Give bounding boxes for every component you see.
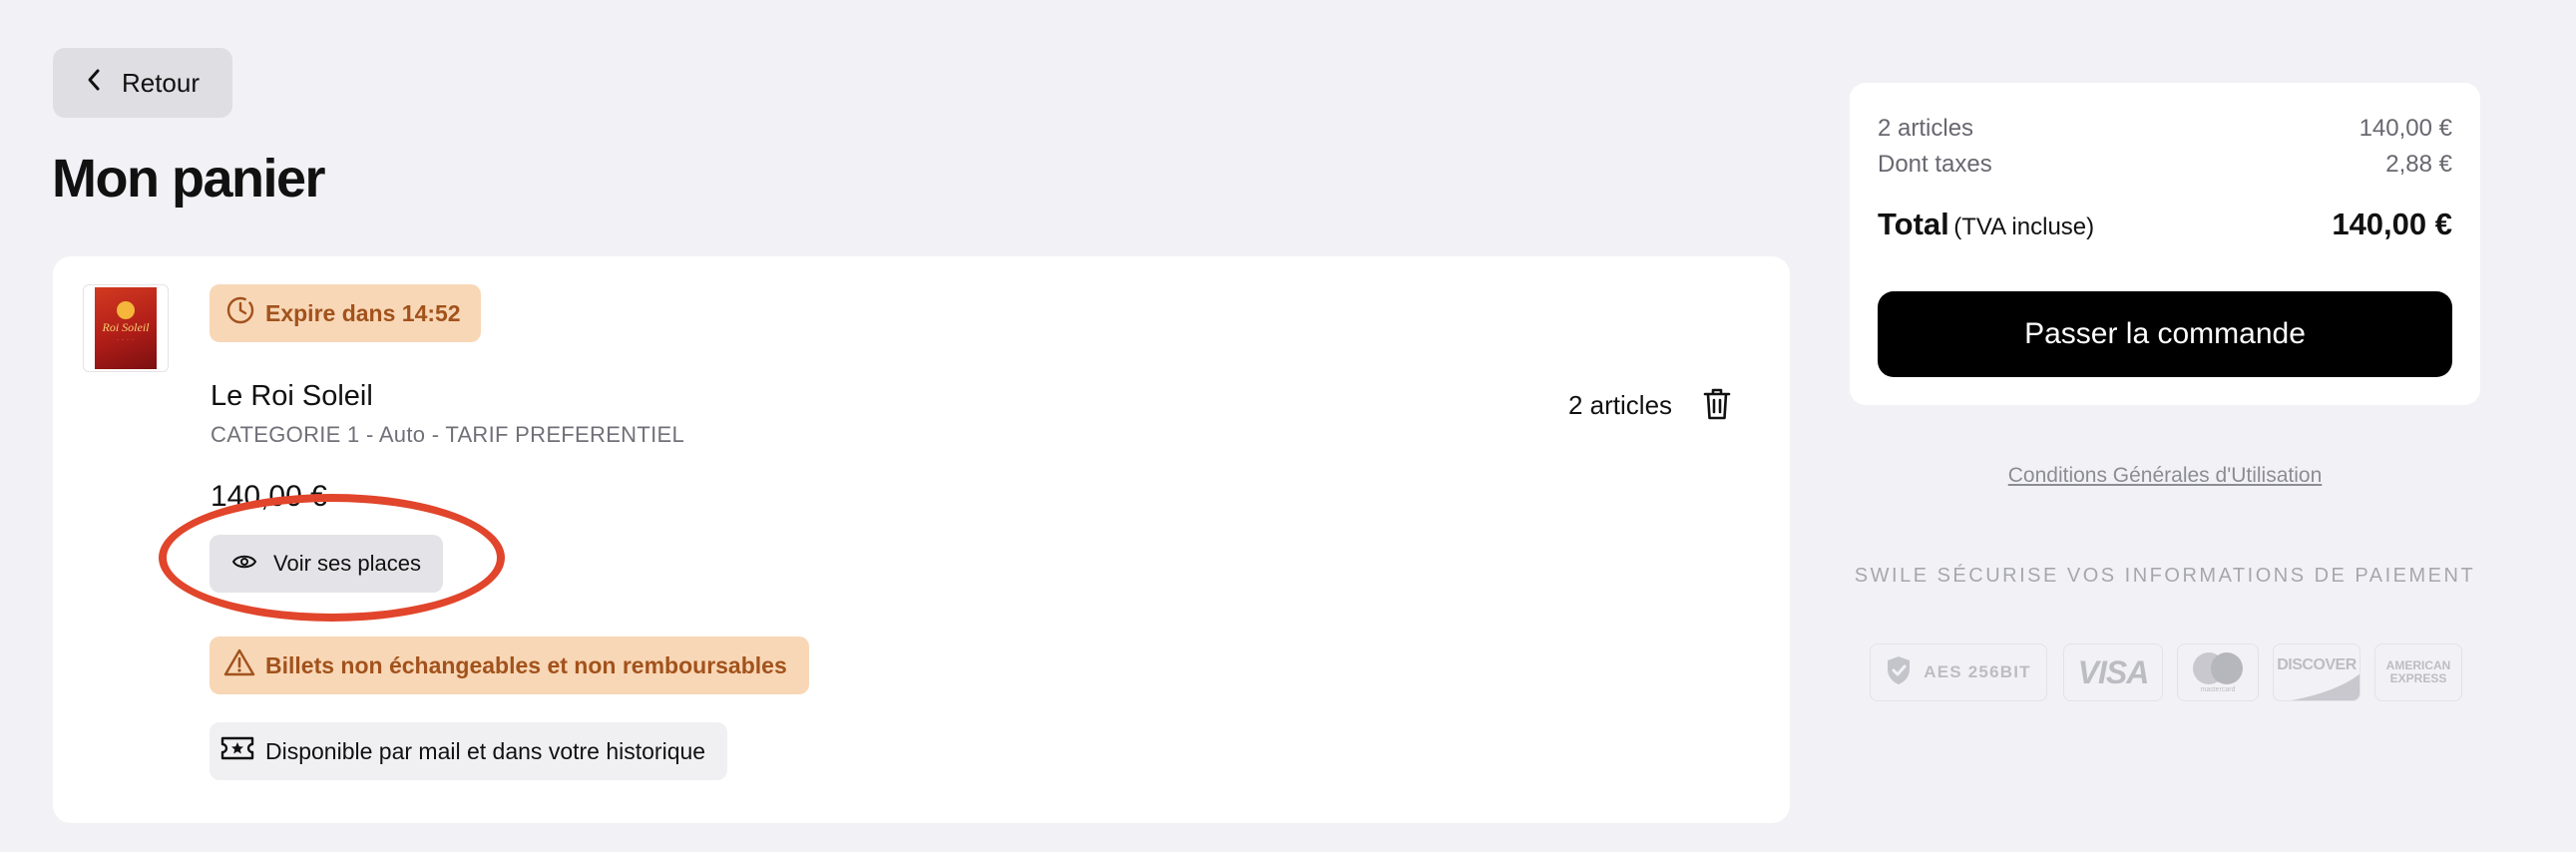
- poster-title: Roi Soleil: [102, 320, 150, 334]
- see-seats-button[interactable]: Voir ses places: [210, 535, 443, 593]
- aes-label: AES 256BIT: [1924, 662, 2031, 681]
- page-title: Mon panier: [52, 149, 326, 209]
- expire-text: Expire dans 14:52: [265, 299, 461, 326]
- discover-logo: DISCOVER: [2273, 643, 2361, 701]
- amex-logo: AMERICAN EXPRESS: [2374, 643, 2462, 701]
- summary-articles-amount: 140,00 €: [2359, 115, 2452, 142]
- summary-articles-row: 2 articles 140,00 €: [1878, 115, 2452, 143]
- availability-info: Disponible par mail et dans votre histor…: [210, 722, 728, 780]
- expire-badge: Expire dans 14:52: [210, 284, 481, 342]
- place-order-button[interactable]: Passer la commande: [1878, 291, 2452, 377]
- back-button-label: Retour: [121, 67, 201, 98]
- warning-icon: [223, 647, 255, 683]
- eye-icon: [231, 551, 257, 577]
- ticket-icon: [219, 734, 255, 768]
- event-thumbnail[interactable]: Roi Soleil · · · ·: [83, 284, 169, 372]
- non-refundable-warning: Billets non échangeables et non rembours…: [210, 637, 809, 694]
- summary-articles-label: 2 articles: [1878, 115, 1974, 142]
- mastercard-logo: mastercard: [2177, 643, 2259, 701]
- event-poster-image: Roi Soleil · · · ·: [95, 287, 157, 369]
- summary-taxes-label: Dont taxes: [1878, 151, 1992, 178]
- product-category: CATEGORIE 1 - Auto - TARIF PREFERENTIEL: [211, 422, 685, 447]
- back-button[interactable]: Retour: [53, 48, 232, 118]
- clock-icon: [225, 295, 255, 331]
- summary-taxes-amount: 2,88 €: [2385, 151, 2452, 178]
- total-label: Total: [1878, 207, 1949, 241]
- order-summary-card: 2 articles 140,00 € Dont taxes 2,88 € To…: [1850, 83, 2480, 405]
- terms-of-use-link[interactable]: Conditions Générales d'Utilisation: [1850, 464, 2480, 488]
- payment-logos: AES 256BIT VISA mastercard DISCOVER AMER…: [1870, 643, 2462, 701]
- trash-icon[interactable]: [1697, 384, 1737, 424]
- item-quantity: 2 articles: [1568, 390, 1673, 420]
- product-title: Le Roi Soleil: [211, 380, 373, 412]
- amex-label-line2: EXPRESS: [2389, 671, 2447, 685]
- mastercard-label: mastercard: [2200, 685, 2236, 693]
- shield-check-icon: [1886, 655, 1912, 690]
- payment-security-text: SWILE SÉCURISE VOS INFORMATIONS DE PAIEM…: [1854, 565, 2476, 587]
- aes-badge: AES 256BIT: [1870, 643, 2047, 701]
- see-seats-label: Voir ses places: [273, 551, 421, 576]
- availability-text: Disponible par mail et dans votre histor…: [265, 737, 706, 764]
- summary-total-row: Total (TVA incluse) 140,00 €: [1878, 207, 2452, 242]
- summary-taxes-row: Dont taxes 2,88 €: [1878, 151, 2452, 179]
- visa-logo: VISA: [2063, 643, 2163, 701]
- chevron-left-icon: [86, 68, 102, 99]
- total-amount: 140,00 €: [2332, 207, 2452, 241]
- warning-text: Billets non échangeables et non rembours…: [265, 651, 787, 678]
- cart-item-card: Roi Soleil · · · · Expire dans 14:52 Le …: [53, 256, 1790, 823]
- total-vat-note: (TVA incluse): [1953, 213, 2095, 240]
- item-price: 140,00 €: [211, 480, 327, 513]
